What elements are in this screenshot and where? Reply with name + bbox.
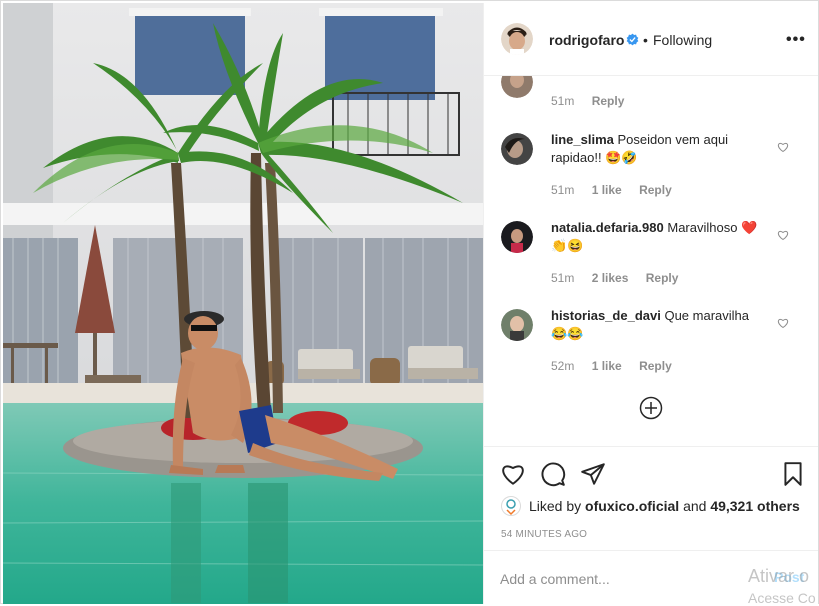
commenter-avatar-image bbox=[501, 76, 533, 98]
liker-username[interactable]: ofuxico.oficial bbox=[585, 498, 679, 514]
comment-like-heart-icon[interactable] bbox=[777, 141, 789, 153]
commenter-avatar-image bbox=[501, 221, 533, 253]
comment-time: 51m bbox=[551, 183, 575, 197]
post-photo[interactable] bbox=[3, 3, 483, 604]
commenter-avatar-image bbox=[501, 133, 533, 165]
likes-prefix: Liked by bbox=[529, 498, 582, 514]
comment-text: line_slima Poseidon vem aqui rapidao!! 🤩… bbox=[551, 131, 761, 167]
likes-summary: Liked by ofuxico.oficial and 49,321 othe… bbox=[501, 496, 811, 518]
author-avatar[interactable] bbox=[501, 23, 533, 55]
os-activation-watermark: Ativar o bbox=[748, 566, 810, 586]
likes-conjunction: and bbox=[683, 498, 707, 514]
comment-meta: 52m 1 like Reply bbox=[551, 359, 686, 373]
liker-avatar[interactable] bbox=[501, 496, 521, 516]
comment-likes-count[interactable]: 2 likes bbox=[592, 271, 629, 285]
comment-username[interactable]: line_slima bbox=[551, 132, 614, 147]
more-options-button[interactable]: ••• bbox=[786, 31, 806, 49]
load-more-comments-icon[interactable] bbox=[639, 396, 663, 420]
likes-text: Liked by ofuxico.oficial and 49,321 othe… bbox=[529, 498, 800, 514]
share-paper-plane-icon[interactable] bbox=[580, 461, 606, 487]
comment-meta: 51m 2 likes Reply bbox=[551, 271, 692, 285]
pool-photo-illustration bbox=[3, 3, 483, 604]
comment-reply-button[interactable]: Reply bbox=[592, 94, 625, 108]
following-button[interactable]: Following bbox=[653, 32, 712, 48]
comment-like-heart-icon[interactable] bbox=[777, 317, 789, 329]
comment-username[interactable]: historias_de_davi bbox=[551, 308, 661, 323]
comment-likes-count[interactable]: 1 like bbox=[592, 359, 622, 373]
verified-badge-icon bbox=[626, 33, 639, 46]
post-header: rodrigofaro • Following ••• bbox=[484, 3, 818, 76]
like-heart-icon[interactable] bbox=[500, 461, 526, 487]
commenter-avatar[interactable] bbox=[501, 221, 533, 253]
author-avatar-image bbox=[501, 23, 533, 55]
comment-text: historias_de_davi Que maravilha 😂😂 bbox=[551, 307, 761, 343]
post-side-panel: rodrigofaro • Following ••• 51m Reply li… bbox=[483, 3, 818, 604]
comment-time: 51m bbox=[551, 271, 575, 285]
post-timestamp[interactable]: 54 MINUTES AGO bbox=[501, 529, 587, 540]
comment-likes-count[interactable]: 1 like bbox=[592, 183, 622, 197]
comment-like-heart-icon[interactable] bbox=[777, 229, 789, 241]
commenter-avatar[interactable] bbox=[501, 76, 533, 98]
commenter-avatar[interactable] bbox=[501, 133, 533, 165]
comment-icon[interactable] bbox=[540, 461, 566, 487]
comment-time: 52m bbox=[551, 359, 575, 373]
save-bookmark-icon[interactable] bbox=[780, 461, 806, 487]
likes-count[interactable]: 49,321 others bbox=[710, 498, 800, 514]
comments-list: 51m Reply line_slima Poseidon vem aqui r… bbox=[484, 76, 818, 446]
author-username[interactable]: rodrigofaro bbox=[549, 32, 624, 48]
comment-meta: 51m 1 like Reply bbox=[551, 183, 686, 197]
commenter-avatar[interactable] bbox=[501, 309, 533, 341]
comment-text: natalia.defaria.980 Maravilhoso ❤️👏😆 bbox=[551, 219, 761, 255]
comment-meta: 51m Reply bbox=[551, 94, 638, 108]
comment-username[interactable]: natalia.defaria.980 bbox=[551, 220, 664, 235]
add-comment-input[interactable] bbox=[500, 569, 730, 589]
comment-reply-button[interactable]: Reply bbox=[646, 271, 679, 285]
comment-time: 51m bbox=[551, 94, 575, 108]
header-separator: • bbox=[643, 32, 648, 48]
comment-reply-button[interactable]: Reply bbox=[639, 359, 672, 373]
comment-reply-button[interactable]: Reply bbox=[639, 183, 672, 197]
commenter-avatar-image bbox=[501, 309, 533, 341]
